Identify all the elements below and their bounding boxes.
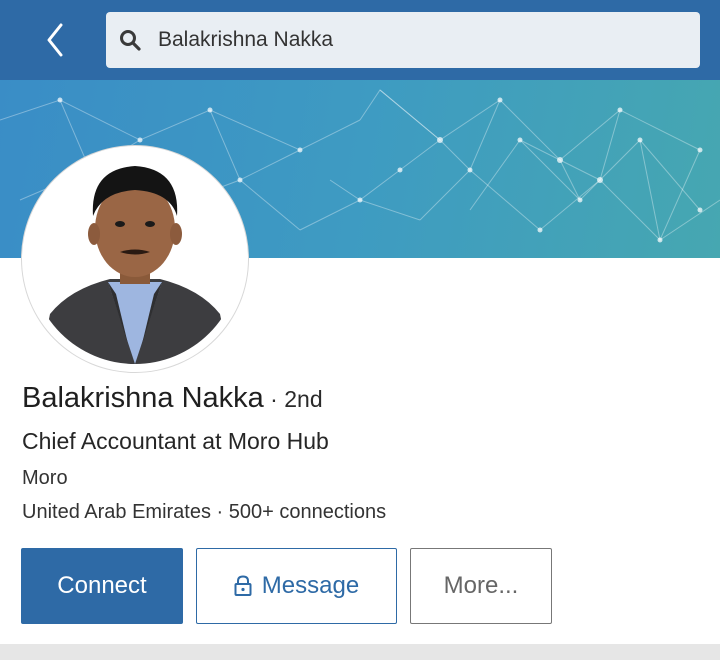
back-button[interactable] (30, 20, 80, 60)
top-navigation-bar (0, 0, 720, 80)
profile-location: United Arab Emirates (22, 501, 211, 523)
more-button-label: More... (443, 572, 519, 599)
more-button[interactable]: More... (410, 548, 552, 624)
search-bar[interactable] (106, 12, 700, 68)
profile-name: Balakrishna Nakka (22, 382, 264, 414)
search-input[interactable] (158, 12, 688, 68)
connection-degree: · 2nd (263, 386, 323, 412)
profile-photo (30, 154, 240, 364)
connect-button[interactable]: Connect (21, 548, 183, 624)
message-button[interactable]: Message (196, 548, 397, 624)
profile-company: Moro (22, 467, 68, 489)
connections-count[interactable]: 500+ connections (229, 501, 386, 523)
meta-separator: · (210, 501, 229, 523)
search-icon (120, 30, 141, 51)
chevron-left-icon (47, 23, 63, 57)
message-button-label: Message (261, 572, 360, 599)
profile-meta: United Arab Emirates · 500+ connections (22, 501, 386, 524)
profile-headline: Chief Accountant at Moro Hub (22, 428, 329, 454)
profile-avatar[interactable] (22, 146, 248, 372)
section-divider (0, 644, 720, 660)
connect-button-label: Connect (57, 572, 147, 599)
profile-name-line: Balakrishna Nakka · 2nd (22, 382, 323, 415)
lock-icon (234, 575, 252, 596)
